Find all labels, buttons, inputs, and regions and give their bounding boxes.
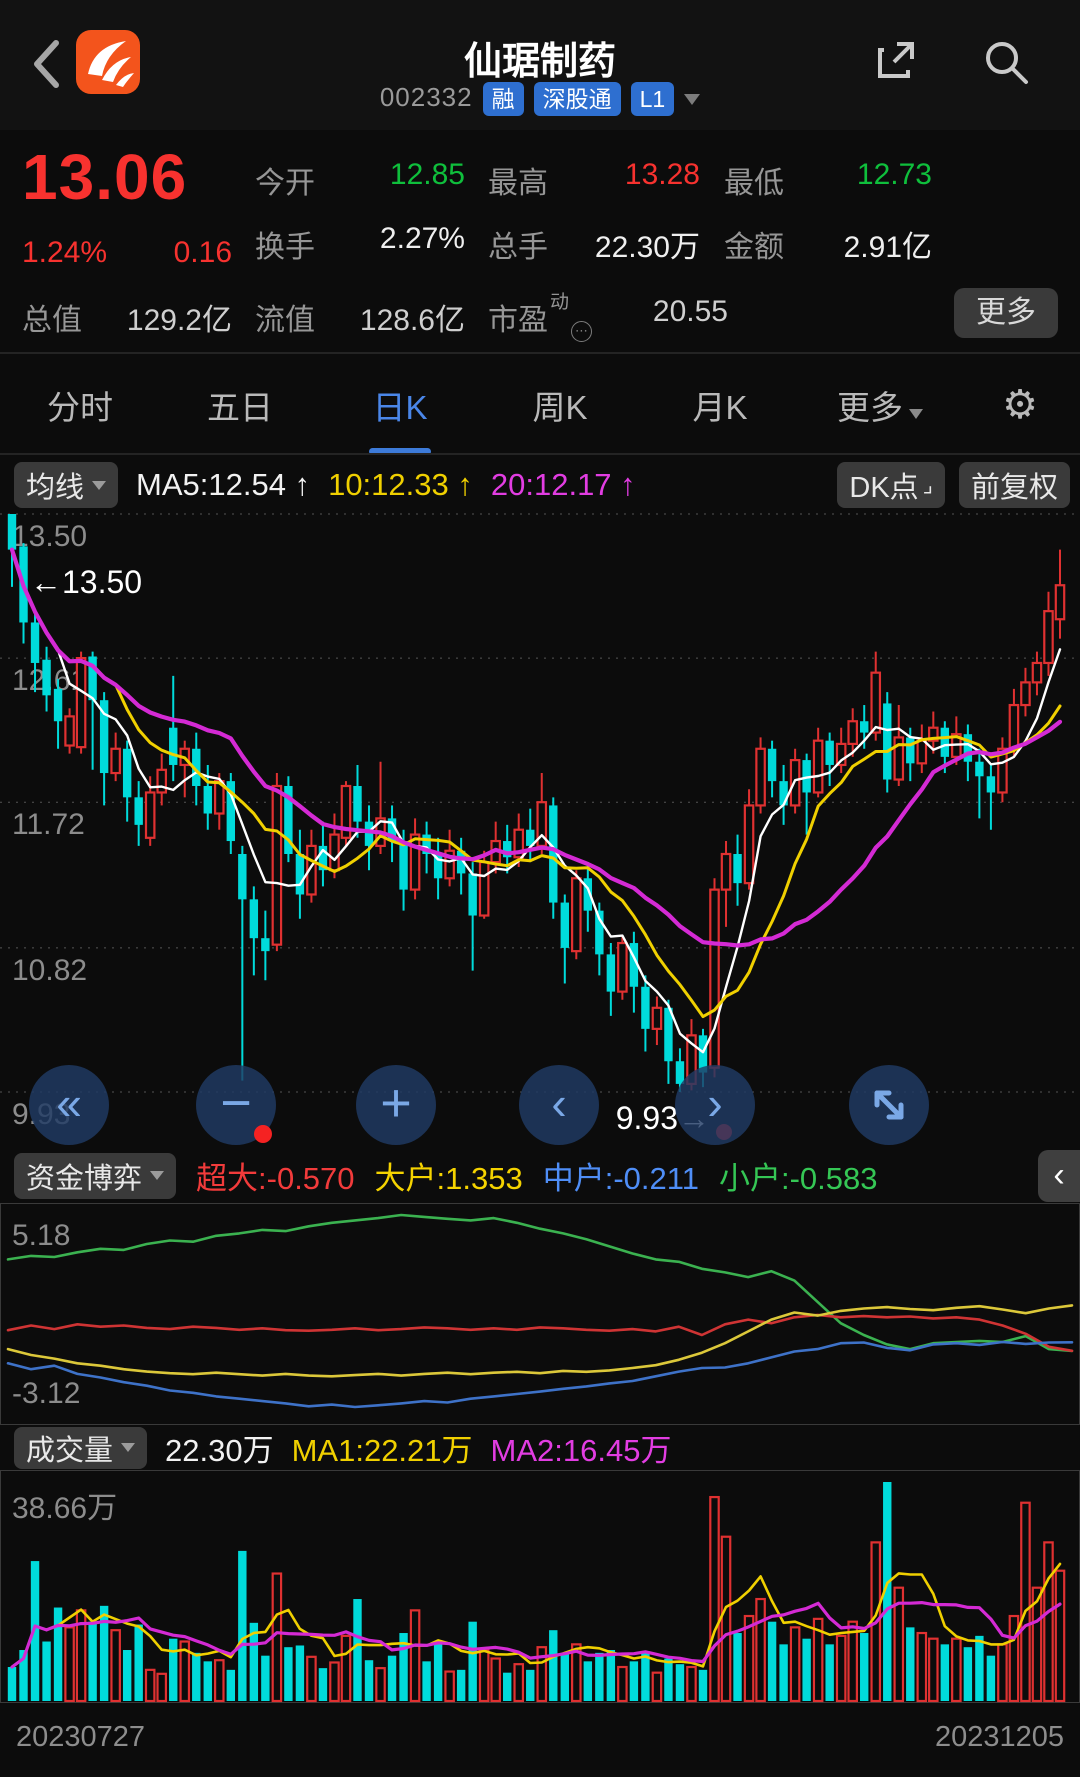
current-volume: 22.30万 (165, 1425, 274, 1470)
end-date-label: 20231205 (935, 1721, 1064, 1754)
ma10-value: 10:12.33 ↑ (328, 467, 473, 503)
up-arrow-icon: ↑ (620, 467, 636, 502)
zoom-in-button[interactable]: + (356, 1065, 436, 1145)
svg-text:-3.12: -3.12 (12, 1377, 80, 1410)
ma-selector-dropdown[interactable]: 均线 (14, 462, 118, 508)
pe-dynamic-superscript: 动 (550, 292, 569, 313)
stat-pe: 市盈动⋯ 20.55 (488, 295, 728, 339)
ma20-value: 20:12.17 ↑ (491, 467, 636, 503)
ma-indicator-bar: 均线 MA5:12.54 ↑ 10:12.33 ↑ 20:12.17 ↑ DK点… (0, 458, 1080, 512)
stat-low: 最低 12.73 (724, 158, 932, 202)
tab-daily-k[interactable]: 日K (320, 381, 480, 429)
stat-marketcap: 总值 129.2亿 (22, 295, 232, 339)
fund-super-large: 超大:-0.570 (196, 1153, 355, 1198)
svg-text:10.82: 10.82 (12, 954, 87, 987)
chevron-down-icon (121, 1443, 135, 1452)
search-icon (978, 34, 1034, 90)
change-percent: 1.24% (22, 236, 107, 270)
volume-chart[interactable]: 38.66万 (0, 1470, 1080, 1703)
period-tabbar: 分时 五日 日K 周K 月K 更多 ⚙ (0, 355, 1080, 455)
date-axis: 20230727 20231205 (0, 1703, 1080, 1777)
share-button[interactable] (870, 34, 922, 86)
volume-plot: 38.66万 (0, 1470, 1080, 1703)
gear-icon: ⚙ (1002, 383, 1038, 427)
stock-subheader[interactable]: 002332 融深股通 L1 (0, 82, 1080, 116)
notification-dot (254, 1125, 272, 1143)
fund-flow-bar: 资金博弈 超大:-0.570 大户:1.353 中户:-0.211 小户:-0.… (0, 1148, 1080, 1203)
fund-indicator-dropdown[interactable]: 资金博弈 (14, 1153, 176, 1199)
badge-szconnect: 深股通 (534, 82, 621, 116)
pan-right-button[interactable]: › (675, 1065, 755, 1145)
svg-text:38.66万: 38.66万 (12, 1492, 117, 1525)
share-icon (870, 34, 922, 86)
volume-ma1: MA1:22.21万 (292, 1425, 473, 1470)
pan-left-button[interactable]: ‹ (519, 1065, 599, 1145)
expand-icon (849, 1065, 929, 1145)
tab-minute[interactable]: 分时 (0, 381, 160, 429)
up-arrow-icon: ↑ (295, 467, 311, 502)
fullscreen-button[interactable] (849, 1065, 929, 1145)
stat-floatcap: 流值 128.6亿 (255, 295, 465, 339)
search-button[interactable] (978, 34, 1034, 90)
badge-l1: L1 (631, 82, 675, 116)
dk-point-button[interactable]: DK点⌟ (837, 462, 945, 508)
corner-arrow-icon: ⌟ (923, 472, 933, 498)
chevron-down-icon (92, 481, 106, 490)
badge-margin: 融 (483, 82, 524, 116)
info-icon[interactable]: ⋯ (571, 321, 592, 342)
tab-more-periods[interactable]: 更多 (800, 381, 960, 429)
stat-open: 今开 12.85 (255, 158, 465, 202)
change-row: 1.24% 0.16 (22, 236, 232, 270)
fund-medium: 中户:-0.211 (543, 1153, 699, 1198)
svg-text:5.18: 5.18 (12, 1219, 70, 1252)
candlestick-chart[interactable]: 13.5012.6111.7210.829.93 ←13.50 9.93→ « … (0, 512, 1080, 1148)
divider (0, 352, 1080, 354)
fund-flow-chart[interactable]: 5.18 -3.12 (0, 1203, 1080, 1425)
ma5-value: MA5:12.54 ↑ (136, 467, 310, 503)
tab-monthly-k[interactable]: 月K (640, 381, 800, 429)
fund-small: 小户:-0.583 (719, 1153, 878, 1198)
volume-indicator-dropdown[interactable]: 成交量 (14, 1427, 147, 1469)
divider (0, 453, 1080, 455)
chevron-down-icon (150, 1171, 164, 1180)
more-stats-button[interactable]: 更多 (954, 288, 1058, 338)
stat-amount: 金额 2.91亿 (724, 222, 932, 266)
jump-start-button[interactable]: « (29, 1065, 109, 1145)
chart-settings-button[interactable]: ⚙ (960, 382, 1080, 428)
chevron-down-icon (909, 409, 923, 419)
fund-large: 大户:1.353 (375, 1153, 523, 1198)
header-bar: 仙琚制药 002332融深股通L1 (0, 0, 1080, 130)
stock-detail-screen: 仙琚制药 002332融深股通L1 13.06 1.24% 0.16 今开 12… (0, 0, 1080, 1777)
stat-volume: 总手 22.30万 (488, 222, 700, 266)
stock-code: 002332 (380, 82, 473, 112)
change-value: 0.16 (174, 236, 232, 270)
tab-weekly-k[interactable]: 周K (480, 381, 640, 429)
chevron-down-icon (684, 94, 700, 105)
high-price-annotation: ←13.50 (30, 564, 142, 601)
candlestick-plot: 13.5012.6111.7210.829.93 (0, 512, 1080, 1148)
volume-ma2: MA2:16.45万 (491, 1425, 672, 1470)
stat-high: 最高 13.28 (488, 158, 700, 202)
last-price: 13.06 (22, 140, 187, 214)
up-arrow-icon: ↑ (457, 467, 473, 502)
svg-text:11.72: 11.72 (12, 808, 85, 841)
forward-adjust-button[interactable]: 前复权 (959, 462, 1070, 508)
collapse-panel-button[interactable]: ‹ (1038, 1150, 1080, 1202)
volume-indicator-bar: 成交量 22.30万 MA1:22.21万 MA2:16.45万 (0, 1425, 1080, 1470)
start-date-label: 20230727 (16, 1721, 145, 1754)
fund-flow-plot: 5.18 -3.12 (0, 1203, 1080, 1425)
stat-turnover: 换手 2.27% (255, 222, 465, 266)
tab-fiveday[interactable]: 五日 (160, 381, 320, 429)
